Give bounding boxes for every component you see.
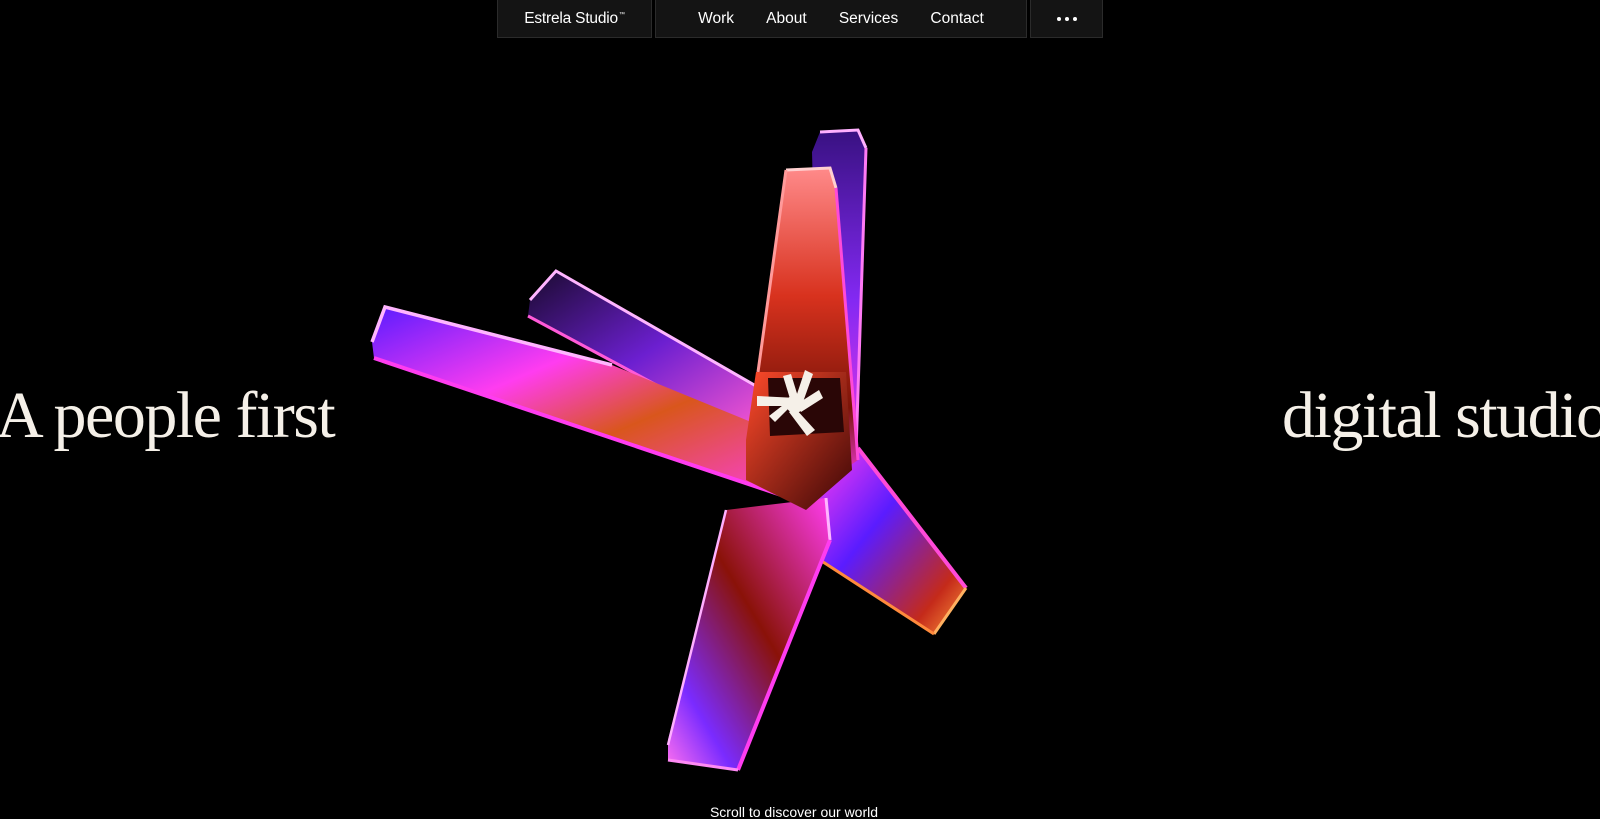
star-arm-left-upper [527, 269, 770, 434]
star-arm-upper [754, 166, 860, 488]
hero-text-right: digital studio [1282, 379, 1600, 452]
star-core [746, 372, 852, 510]
brand-logo[interactable]: Estrela Studio™ [524, 10, 625, 28]
brand-container[interactable]: Estrela Studio™ [497, 0, 652, 38]
star-arm-upper-back [812, 128, 868, 470]
nav-link-services[interactable]: Services [839, 10, 898, 28]
nav-link-work[interactable]: Work [698, 10, 734, 28]
hero-text-left: A people first [0, 379, 336, 452]
nav-link-about[interactable]: About [766, 10, 807, 28]
scroll-hint: Scroll to discover our world [709, 804, 879, 819]
brand-name: Estrela Studio [524, 9, 618, 27]
star-arm-right [818, 446, 968, 636]
nav-link-contact[interactable]: Contact [930, 10, 983, 28]
star-arm-left [370, 304, 818, 500]
trademark-mark: ™ [618, 11, 625, 18]
nav-links: Work About Services Contact [655, 0, 1027, 38]
ellipsis-icon [1056, 16, 1077, 21]
more-menu-button[interactable] [1030, 0, 1103, 38]
star-logo-icon [757, 370, 823, 436]
star-arm-lower [666, 497, 832, 772]
